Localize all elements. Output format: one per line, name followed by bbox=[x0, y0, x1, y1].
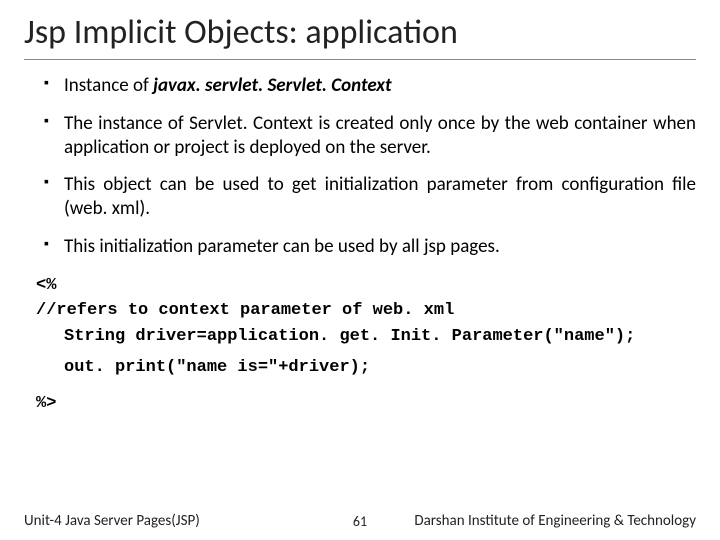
bullet-item: This object can be used to get initializ… bbox=[44, 173, 696, 221]
slide-container: Jsp Implicit Objects: application Instan… bbox=[0, 0, 720, 540]
slide-footer: Unit-4 Java Server Pages(JSP) 61 Darshan… bbox=[0, 512, 720, 530]
code-block: <% //refers to context parameter of web.… bbox=[24, 273, 696, 417]
code-line: %> bbox=[36, 391, 696, 417]
code-line: out. print("name is="+driver); bbox=[36, 355, 696, 381]
bullet-item: Instance of javax. servlet. Servlet. Con… bbox=[44, 74, 696, 98]
slide-title: Jsp Implicit Objects: application bbox=[24, 12, 696, 60]
bullet-item: This initialization parameter can be use… bbox=[44, 235, 696, 259]
bullet-text: Instance of bbox=[64, 74, 153, 97]
bullet-item: The instance of Servlet. Context is crea… bbox=[44, 112, 696, 160]
bullet-list: Instance of javax. servlet. Servlet. Con… bbox=[24, 74, 696, 273]
footer-left: Unit-4 Java Server Pages(JSP) bbox=[24, 512, 200, 530]
code-line: <% bbox=[36, 273, 696, 299]
code-line: //refers to context parameter of web. xm… bbox=[36, 298, 696, 324]
footer-right: Darshan Institute of Engineering & Techn… bbox=[414, 512, 696, 530]
code-line: String driver=application. get. Init. Pa… bbox=[36, 324, 696, 350]
bullet-emphasis: javax. servlet. Servlet. Context bbox=[153, 74, 391, 97]
page-number: 61 bbox=[353, 513, 367, 530]
